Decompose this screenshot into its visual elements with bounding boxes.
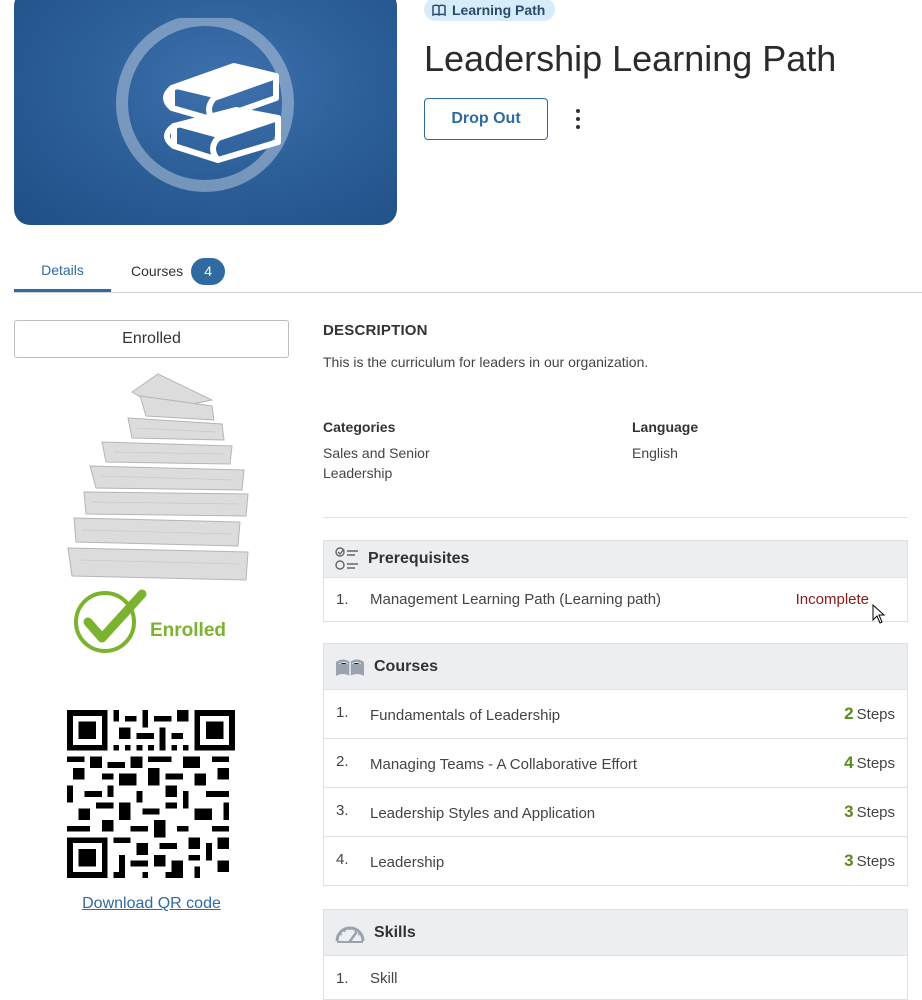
steps-word: Steps	[856, 853, 895, 870]
book-stack-illustration	[67, 373, 249, 581]
tab-courses[interactable]: Courses 4	[131, 250, 251, 292]
checkmark-icon	[74, 589, 147, 653]
enrolled-stamp-text: Enrolled	[150, 620, 227, 641]
prerequisites-panel: Prerequisites 1. Management Learning Pat…	[323, 540, 908, 622]
skills-panel: Skills 1. Skill	[323, 909, 908, 1000]
steps-word: Steps	[856, 706, 895, 723]
row-number: 3.	[336, 802, 349, 819]
description-heading: DESCRIPTION	[323, 322, 428, 339]
course-row[interactable]: 4. Leadership 3 Steps	[324, 836, 907, 885]
language-value: English	[632, 445, 678, 461]
download-qr-link[interactable]: Download QR code	[0, 895, 303, 913]
steps-count: 2	[844, 704, 854, 723]
steps-count: 4	[844, 753, 854, 772]
skill-row[interactable]: 1. Skill	[324, 955, 907, 999]
checklist-icon	[335, 547, 358, 570]
course-steps: 2 Steps	[844, 704, 895, 724]
course-row[interactable]: 2. Managing Teams - A Collaborative Effo…	[324, 738, 907, 787]
page-title: Leadership Learning Path	[424, 38, 837, 79]
learning-path-image	[14, 0, 397, 225]
row-number: 1.	[336, 970, 349, 987]
course-steps: 3 Steps	[844, 851, 895, 871]
categories-value: Sales and Senior Leadership	[323, 445, 430, 481]
categories-label: Categories	[323, 419, 396, 435]
row-number: 1.	[336, 704, 349, 721]
skill-name: Skill	[370, 970, 398, 987]
course-steps: 3 Steps	[844, 802, 895, 822]
skills-header: Skills	[324, 910, 907, 955]
language-label: Language	[632, 419, 699, 435]
tab-bar: Details Courses 4	[14, 250, 922, 293]
prerequisite-name[interactable]: Management Learning Path (Learning path)	[370, 591, 661, 608]
steps-count: 3	[844, 851, 854, 870]
description-text: This is the curriculum for leaders in ou…	[323, 354, 649, 370]
divider	[323, 517, 908, 518]
books-icon	[116, 18, 294, 192]
steps-word: Steps	[856, 804, 895, 821]
prerequisite-status: Incomplete	[795, 591, 869, 608]
course-row[interactable]: 1. Fundamentals of Leadership 2 Steps	[324, 689, 907, 738]
tab-details-label: Details	[41, 261, 84, 278]
qr-code	[67, 710, 235, 878]
enrollment-status: Enrolled	[14, 320, 289, 358]
courses-header: Courses	[324, 644, 907, 689]
row-number: 4.	[336, 851, 349, 868]
course-steps: 4 Steps	[844, 753, 895, 773]
tab-courses-label: Courses	[131, 263, 184, 279]
steps-word: Steps	[856, 755, 895, 772]
courses-count-badge: 4	[191, 257, 226, 285]
course-name[interactable]: Fundamentals of Leadership	[370, 707, 560, 724]
steps-count: 3	[844, 802, 854, 821]
badge-label: Learning Path	[452, 1, 546, 18]
row-number: 1.	[336, 591, 349, 608]
courses-heading: Courses	[374, 657, 439, 675]
open-book-icon	[432, 4, 446, 16]
course-row[interactable]: 3. Leadership Styles and Application 3 St…	[324, 787, 907, 836]
prerequisite-row[interactable]: 1. Management Learning Path (Learning pa…	[324, 577, 907, 621]
skills-heading: Skills	[374, 923, 416, 941]
learning-path-badge: Learning Path	[424, 0, 556, 21]
tab-details[interactable]: Details	[14, 250, 111, 292]
courses-panel: Courses 1. Fundamentals of Leadership 2S…	[323, 643, 908, 886]
course-name[interactable]: Managing Teams - A Collaborative Effort	[370, 756, 637, 773]
row-number: 2.	[336, 753, 349, 770]
cursor-icon	[872, 604, 886, 624]
prerequisites-header: Prerequisites	[324, 541, 907, 577]
course-name[interactable]: Leadership	[370, 854, 444, 871]
more-vertical-icon[interactable]	[568, 104, 588, 134]
course-name[interactable]: Leadership Styles and Application	[370, 805, 595, 822]
gauge-icon	[335, 926, 365, 943]
drop-out-button[interactable]: Drop Out	[424, 98, 548, 140]
open-book-icon	[336, 659, 364, 676]
prerequisites-heading: Prerequisites	[368, 550, 470, 567]
enrolled-stamp: Enrolled	[72, 588, 226, 654]
